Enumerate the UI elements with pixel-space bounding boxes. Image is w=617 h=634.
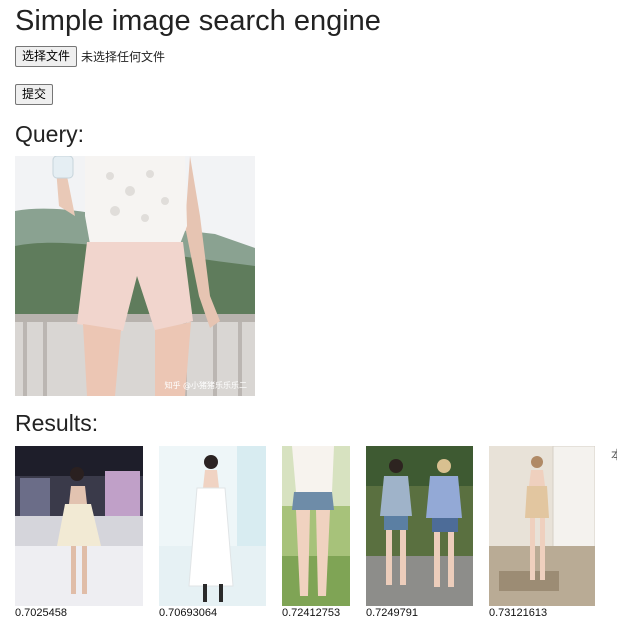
- submit-row: 提交: [15, 84, 54, 105]
- result-score-2: 0.70693064: [159, 607, 218, 619]
- result-image-1[interactable]: [15, 446, 143, 606]
- query-image-graphic: 知乎 @小猪猪乐乐乐二: [15, 156, 255, 396]
- result-overflow-glyph: 本: [611, 446, 617, 463]
- result-score-4: 0.7249791: [366, 607, 418, 619]
- result-image-4[interactable]: [366, 446, 473, 606]
- result-4-graphic: [366, 446, 473, 606]
- result-score-5: 0.73121613: [489, 607, 548, 619]
- result-image-3[interactable]: [282, 446, 350, 606]
- query-image: 知乎 @小猪猪乐乐乐二: [15, 156, 255, 396]
- file-status-text: 未选择任何文件: [81, 50, 166, 64]
- result-1-graphic: [15, 446, 143, 606]
- result-image-2[interactable]: [159, 446, 266, 606]
- choose-file-button[interactable]: 选择文件: [15, 46, 78, 67]
- submit-button[interactable]: 提交: [15, 84, 54, 105]
- result-image-5[interactable]: [489, 446, 595, 606]
- page-title: Simple image search engine: [15, 5, 381, 37]
- result-score-1: 0.7025458: [15, 607, 67, 619]
- query-watermark: 知乎 @小猪猪乐乐乐二: [164, 380, 247, 390]
- result-5-graphic: [489, 446, 595, 606]
- file-upload-row: 选择文件 未选择任何文件: [15, 46, 165, 67]
- result-2-graphic: [159, 446, 266, 606]
- result-3-graphic: [282, 446, 350, 606]
- query-heading: Query:: [15, 121, 85, 147]
- result-score-3: 0.72412753: [282, 607, 341, 619]
- results-heading: Results:: [15, 410, 99, 436]
